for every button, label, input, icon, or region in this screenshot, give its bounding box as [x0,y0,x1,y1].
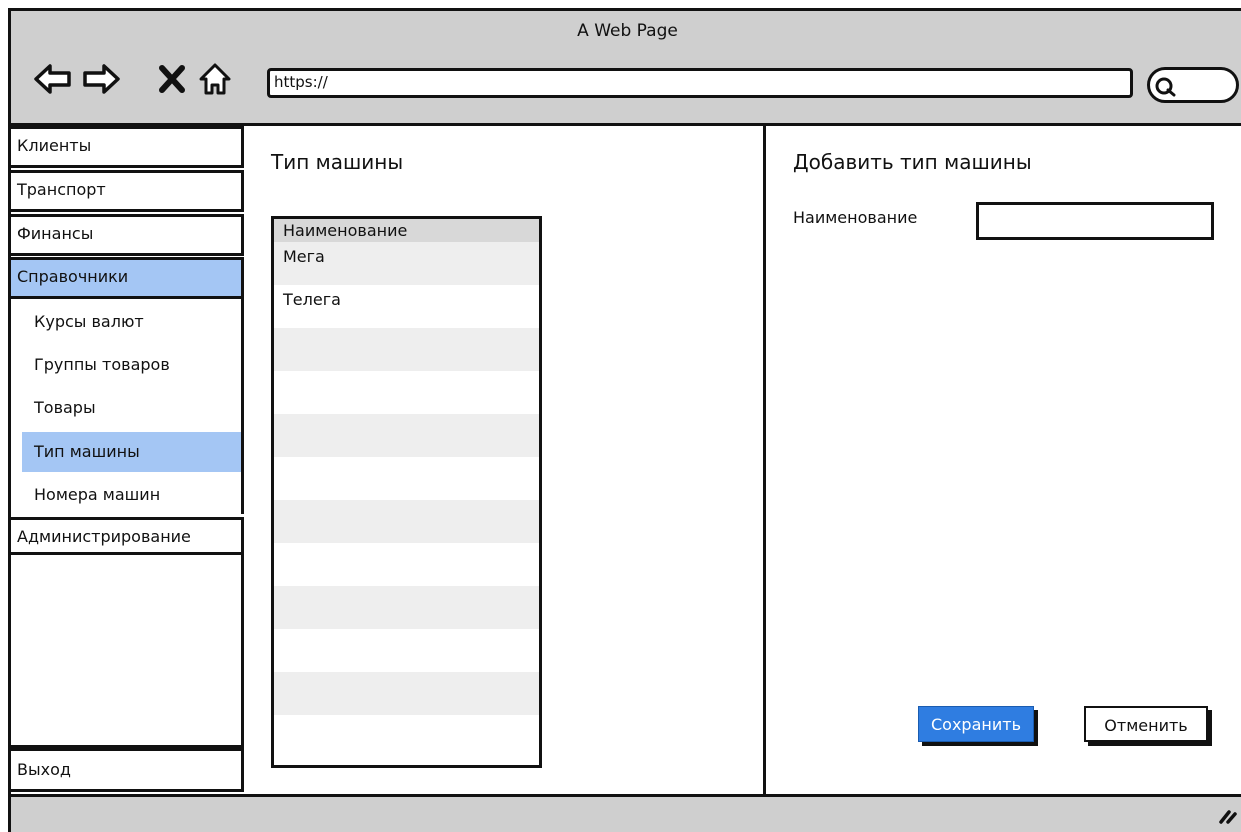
sidebar: Клиенты Транспорт Финансы Справочники Ку… [8,126,244,794]
forward-arrow-icon[interactable] [81,61,121,97]
resize-grip-icon[interactable] [1215,802,1237,828]
back-arrow-icon[interactable] [33,61,73,97]
sidebar-subitem-currency-rates[interactable]: Курсы валют [22,302,244,342]
list-item-empty [274,328,539,371]
vehicle-type-list: Наименование Мега Телега [271,216,542,768]
sidebar-item-administration[interactable]: Администрирование [8,517,244,555]
add-form-panel: Добавить тип машины Наименование Сохрани… [763,126,1241,794]
search-icon [1155,77,1176,97]
list-title: Тип машины [271,150,404,174]
list-item-empty [274,500,539,543]
sidebar-item-finance[interactable]: Финансы [8,214,244,256]
list-item-empty [274,715,539,758]
logout-button[interactable]: Выход [8,748,244,792]
search-button[interactable] [1147,67,1239,103]
list-item-empty [274,414,539,457]
cancel-button[interactable]: Отменить [1084,706,1208,742]
list-column-header: Наименование [274,219,539,242]
home-icon[interactable] [197,61,233,97]
sidebar-subitem-vehicle-type[interactable]: Тип машины [22,432,244,472]
sidebar-subitem-products[interactable]: Товары [22,388,244,428]
list-item-empty [274,371,539,414]
list-item-empty [274,586,539,629]
page-title: A Web Page [577,21,678,41]
sidebar-item-clients[interactable]: Клиенты [8,126,244,168]
form-title: Добавить тип машины [793,150,1032,174]
close-icon[interactable] [157,61,187,97]
list-item-empty [274,672,539,715]
sidebar-subitem-vehicle-numbers[interactable]: Номера машин [22,475,244,515]
list-item-empty [274,629,539,672]
list-item[interactable]: Мега [274,242,539,285]
name-input[interactable] [976,202,1214,240]
sidebar-empty-area [8,552,244,748]
save-button[interactable]: Сохранить [918,706,1034,742]
name-label: Наименование [793,208,918,227]
browser-toolbar: A Web Page https:// [8,8,1241,126]
status-bar [8,794,1241,832]
address-bar[interactable]: https:// [267,68,1133,98]
sidebar-item-transport[interactable]: Транспорт [8,170,244,212]
list-item[interactable]: Телега [274,285,539,328]
sidebar-subitem-product-groups[interactable]: Группы товаров [22,345,244,385]
sidebar-item-directories[interactable]: Справочники [8,257,244,299]
list-item-empty [274,543,539,586]
submenu-divider [241,294,244,514]
list-item-empty [274,457,539,500]
